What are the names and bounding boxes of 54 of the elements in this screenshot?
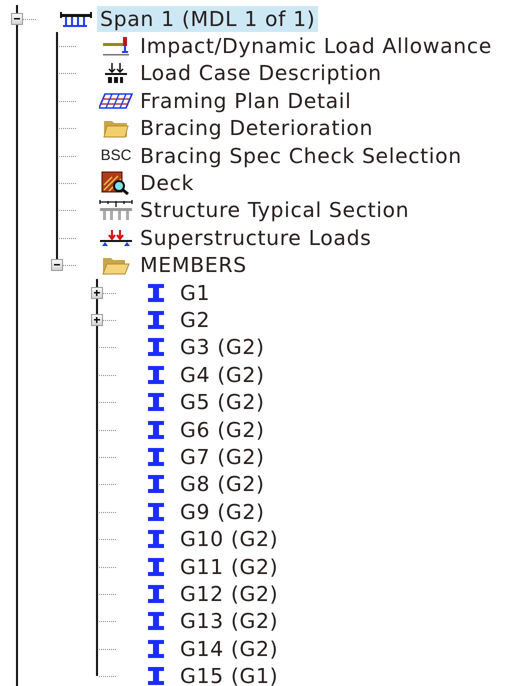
i-beam-icon [147,420,165,440]
tree-item[interactable]: G14 (G2) [177,636,282,662]
i-beam-icon [147,282,165,303]
i-beam-icon [147,611,165,632]
tree-item[interactable]: G6 (G2) [177,416,268,443]
collapse-button[interactable] [11,12,23,25]
tree-item[interactable]: Superstructure Loads [137,224,374,251]
tree-item[interactable]: Framing Plan Detail [137,88,354,114]
i-beam-icon [147,556,165,576]
i-beam-icon [147,392,165,412]
i-beam-icon [147,666,165,686]
tree-item[interactable]: Deck [137,170,197,196]
i-beam-icon [147,529,165,550]
deck-inspect-icon [101,171,131,196]
i-beam-icon [147,584,165,604]
tree-item[interactable]: G15 (G1) [177,663,282,686]
tree-item[interactable]: G11 (G2) [177,554,282,580]
loads-icon [99,228,133,247]
tree-item[interactable]: G3 (G2) [177,334,268,360]
tree-item[interactable]: G4 (G2) [177,362,268,388]
tree-item[interactable]: Structure Typical Section [137,197,412,224]
tree-item[interactable]: Load Case Description [137,60,385,86]
tree-item[interactable]: Impact/Dynamic Load Allowance [137,33,495,60]
tree-item[interactable]: MEMBERS [137,252,250,278]
tree-item[interactable]: Bracing Deterioration [137,115,376,142]
expand-button[interactable] [91,286,103,299]
i-beam-icon [147,364,165,385]
icon-text: BSC [100,147,132,164]
grid-plan-icon [99,92,133,109]
i-beam-icon [147,337,165,358]
typical-section-icon [99,199,133,222]
i-beam-icon [147,474,165,494]
i-beam-icon [147,310,165,330]
load-case-icon [103,62,129,84]
tree-item[interactable]: G8 (G2) [177,471,268,498]
expand-button[interactable] [91,314,103,326]
tree-item[interactable]: G13 (G2) [177,608,282,634]
collapse-button[interactable] [51,259,63,272]
i-beam-icon [147,638,165,659]
open-folder-icon [102,255,130,276]
i-beam-icon [147,502,165,522]
tree-item[interactable]: Span 1 (MDL 1 of 1) [97,6,318,32]
load-arrow-icon [101,35,131,58]
i-beam-icon [147,446,165,467]
folder-icon [103,118,129,138]
tree-item[interactable]: G9 (G2) [177,498,268,525]
tree-item[interactable]: G10 (G2) [177,526,282,552]
tree-item[interactable]: G7 (G2) [177,444,268,470]
tree-item[interactable]: G12 (G2) [177,580,282,607]
tree-item[interactable]: Bracing Spec Check Selection [137,142,465,169]
tree-item[interactable]: G5 (G2) [177,389,268,416]
tree-item[interactable]: G1 [177,280,214,306]
tree-item[interactable]: G2 [177,306,214,333]
bridge-icon [60,10,92,27]
